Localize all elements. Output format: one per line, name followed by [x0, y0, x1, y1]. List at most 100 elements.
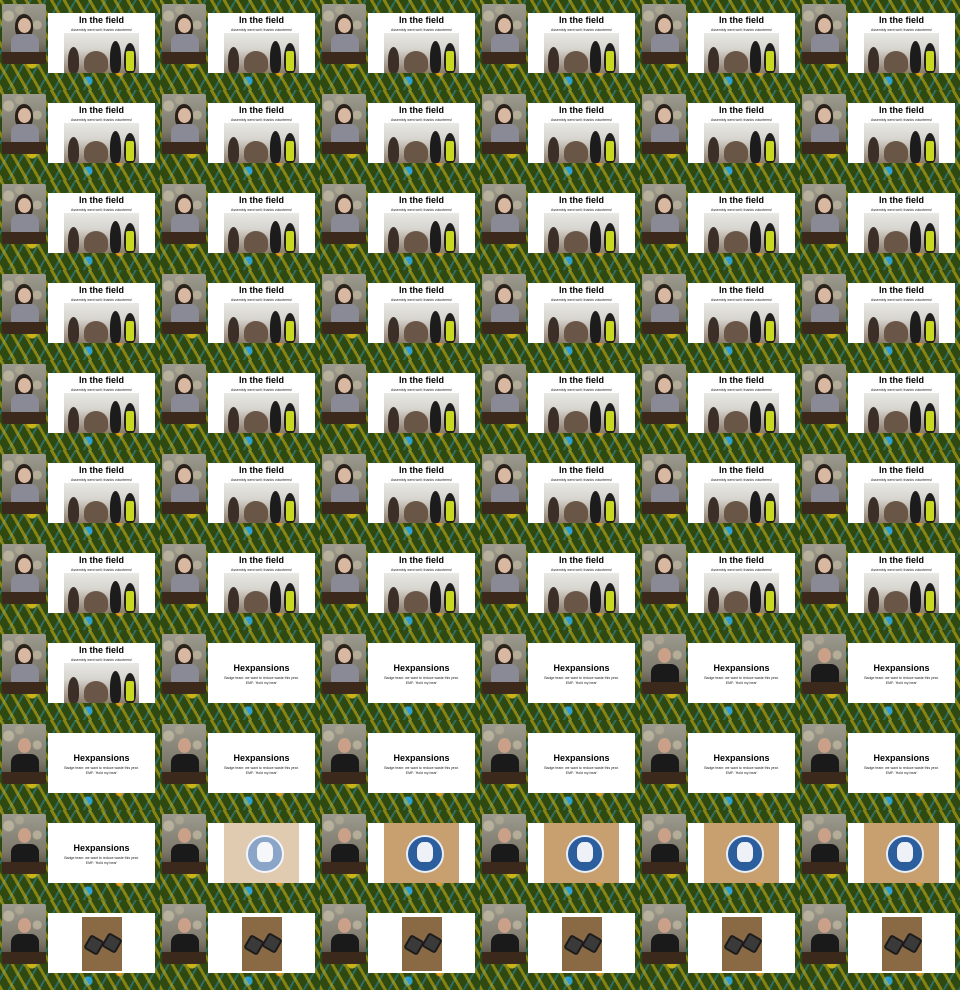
speaker-head [178, 468, 191, 483]
speaker-head [658, 648, 671, 663]
slide-in-the-field: In the field Assembly went well; thanks … [848, 463, 955, 523]
video-frame: In the field Assembly went well; thanks … [480, 0, 640, 90]
lectern [642, 322, 686, 334]
slide-line-2: EMF: 'Hold my bear' [885, 771, 918, 775]
speaker-camera [482, 364, 526, 424]
video-frame: In the field Assembly went well; thanks … [160, 270, 320, 360]
speaker-camera [802, 634, 846, 694]
lectern [642, 772, 686, 784]
lectern [642, 862, 686, 874]
slide-title: In the field [879, 285, 924, 295]
slide-line-2: EMF: 'Hold my bear' [885, 681, 918, 685]
slide-pcb-photo [368, 913, 475, 973]
slide-title: Hexpansions [553, 753, 610, 763]
slide-title: In the field [879, 15, 924, 25]
video-frame: Hexpansions Badge team: we want to reduc… [0, 720, 160, 810]
speaker-camera [642, 184, 686, 244]
speaker-head [178, 558, 191, 573]
video-frame: In the field Assembly went well; thanks … [640, 270, 800, 360]
speaker-head [178, 108, 191, 123]
video-frame [320, 900, 480, 990]
field-photo [704, 33, 779, 73]
slide-title: In the field [719, 195, 764, 205]
slide-title: In the field [559, 555, 604, 565]
speaker-head [338, 648, 351, 663]
slide-title: In the field [79, 465, 124, 475]
slide-hexpansions: Hexpansions Badge team: we want to reduc… [848, 643, 955, 703]
slide-hexpansions: Hexpansions Badge team: we want to reduc… [528, 733, 635, 793]
badge-photo [544, 823, 619, 883]
speaker-head [818, 108, 831, 123]
field-photo [64, 663, 139, 703]
speaker-head [18, 288, 31, 303]
slide-title: Hexpansions [713, 753, 770, 763]
speaker-head [338, 108, 351, 123]
slide-title: In the field [559, 465, 604, 475]
slide-in-the-field: In the field Assembly went well; thanks … [48, 643, 155, 703]
video-frame: In the field Assembly went well; thanks … [800, 0, 960, 90]
video-frame: In the field Assembly went well; thanks … [160, 0, 320, 90]
slide-line-2: EMF: 'Hold my bear' [565, 771, 598, 775]
video-frame: In the field Assembly went well; thanks … [640, 0, 800, 90]
video-frame: Hexpansions Badge team: we want to reduc… [160, 630, 320, 720]
field-photo [544, 393, 619, 433]
speaker-head [498, 558, 511, 573]
slide-hexpansions: Hexpansions Badge team: we want to reduc… [688, 733, 795, 793]
speaker-head [338, 738, 351, 753]
speaker-camera [642, 904, 686, 964]
slide-title: In the field [719, 375, 764, 385]
field-photo [224, 393, 299, 433]
slide-in-the-field: In the field Assembly went well; thanks … [208, 13, 315, 73]
speaker-camera [642, 454, 686, 514]
slide-title: In the field [239, 15, 284, 25]
lectern [802, 322, 846, 334]
field-photo [224, 483, 299, 523]
speaker-head [498, 828, 511, 843]
field-photo [224, 213, 299, 253]
speaker-head [18, 198, 31, 213]
slide-title: In the field [79, 105, 124, 115]
slide-pcb-photo [208, 913, 315, 973]
lectern [322, 142, 366, 154]
speaker-head [18, 828, 31, 843]
slide-title: In the field [559, 285, 604, 295]
lectern [482, 772, 526, 784]
video-frame: Hexpansions Badge team: we want to reduc… [800, 720, 960, 810]
video-frame: In the field Assembly went well; thanks … [640, 90, 800, 180]
field-photo [544, 213, 619, 253]
slide-hexpansions: Hexpansions Badge team: we want to reduc… [368, 643, 475, 703]
slide-title: In the field [399, 285, 444, 295]
slide-in-the-field: In the field Assembly went well; thanks … [688, 13, 795, 73]
slide-hexpansions: Hexpansions Badge team: we want to reduc… [528, 643, 635, 703]
video-frame [800, 810, 960, 900]
speaker-camera [162, 454, 206, 514]
slide-pcb-photo [48, 913, 155, 973]
slide-in-the-field: In the field Assembly went well; thanks … [688, 373, 795, 433]
field-photo [64, 573, 139, 613]
speaker-head [498, 18, 511, 33]
speaker-head [818, 648, 831, 663]
slide-title: Hexpansions [873, 753, 930, 763]
slide-in-the-field: In the field Assembly went well; thanks … [528, 193, 635, 253]
slide-title: In the field [399, 105, 444, 115]
speaker-head [658, 198, 671, 213]
speaker-head [498, 468, 511, 483]
speaker-head [178, 378, 191, 393]
slide-title: Hexpansions [233, 753, 290, 763]
speaker-head [818, 468, 831, 483]
speaker-head [18, 468, 31, 483]
speaker-head [818, 18, 831, 33]
lectern [322, 322, 366, 334]
field-photo [704, 573, 779, 613]
speaker-camera [802, 94, 846, 154]
video-frame: Hexpansions Badge team: we want to reduc… [640, 720, 800, 810]
badge-photo [864, 823, 939, 883]
video-frame: In the field Assembly went well; thanks … [480, 270, 640, 360]
slide-in-the-field: In the field Assembly went well; thanks … [48, 463, 155, 523]
lectern [802, 862, 846, 874]
video-frame: Hexpansions Badge team: we want to reduc… [480, 630, 640, 720]
speaker-head [18, 558, 31, 573]
lectern [2, 52, 46, 64]
lectern [2, 952, 46, 964]
lectern [482, 142, 526, 154]
